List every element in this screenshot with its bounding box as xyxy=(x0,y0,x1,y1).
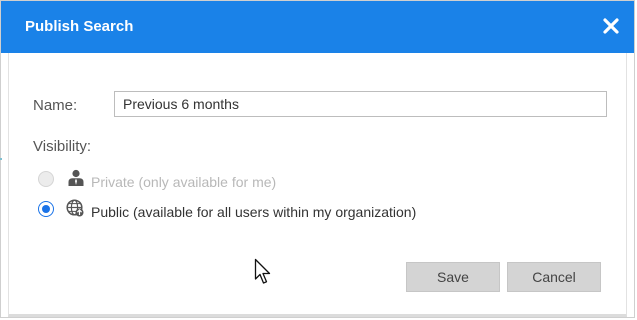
mouse-cursor-icon xyxy=(254,258,274,286)
name-input[interactable] xyxy=(114,91,607,117)
person-icon xyxy=(67,169,85,187)
close-icon[interactable] xyxy=(602,17,620,35)
dialog-titlebar: Publish Search xyxy=(1,1,634,53)
dialog-title: Publish Search xyxy=(25,18,134,35)
visibility-label: Visibility: xyxy=(33,138,92,155)
name-label: Name: xyxy=(33,97,78,114)
save-button[interactable]: Save xyxy=(406,262,500,292)
public-option-label: Public (available for all users within m… xyxy=(91,204,417,220)
cancel-button[interactable]: Cancel xyxy=(507,262,601,292)
publish-search-dialog: Publish Search Name: Visibility: Private… xyxy=(0,0,635,318)
globe-icon xyxy=(66,199,84,217)
private-radio xyxy=(38,171,54,187)
edge-marker xyxy=(0,158,2,160)
public-radio[interactable] xyxy=(38,201,54,217)
private-option-label: Private (only available for me) xyxy=(91,174,277,190)
